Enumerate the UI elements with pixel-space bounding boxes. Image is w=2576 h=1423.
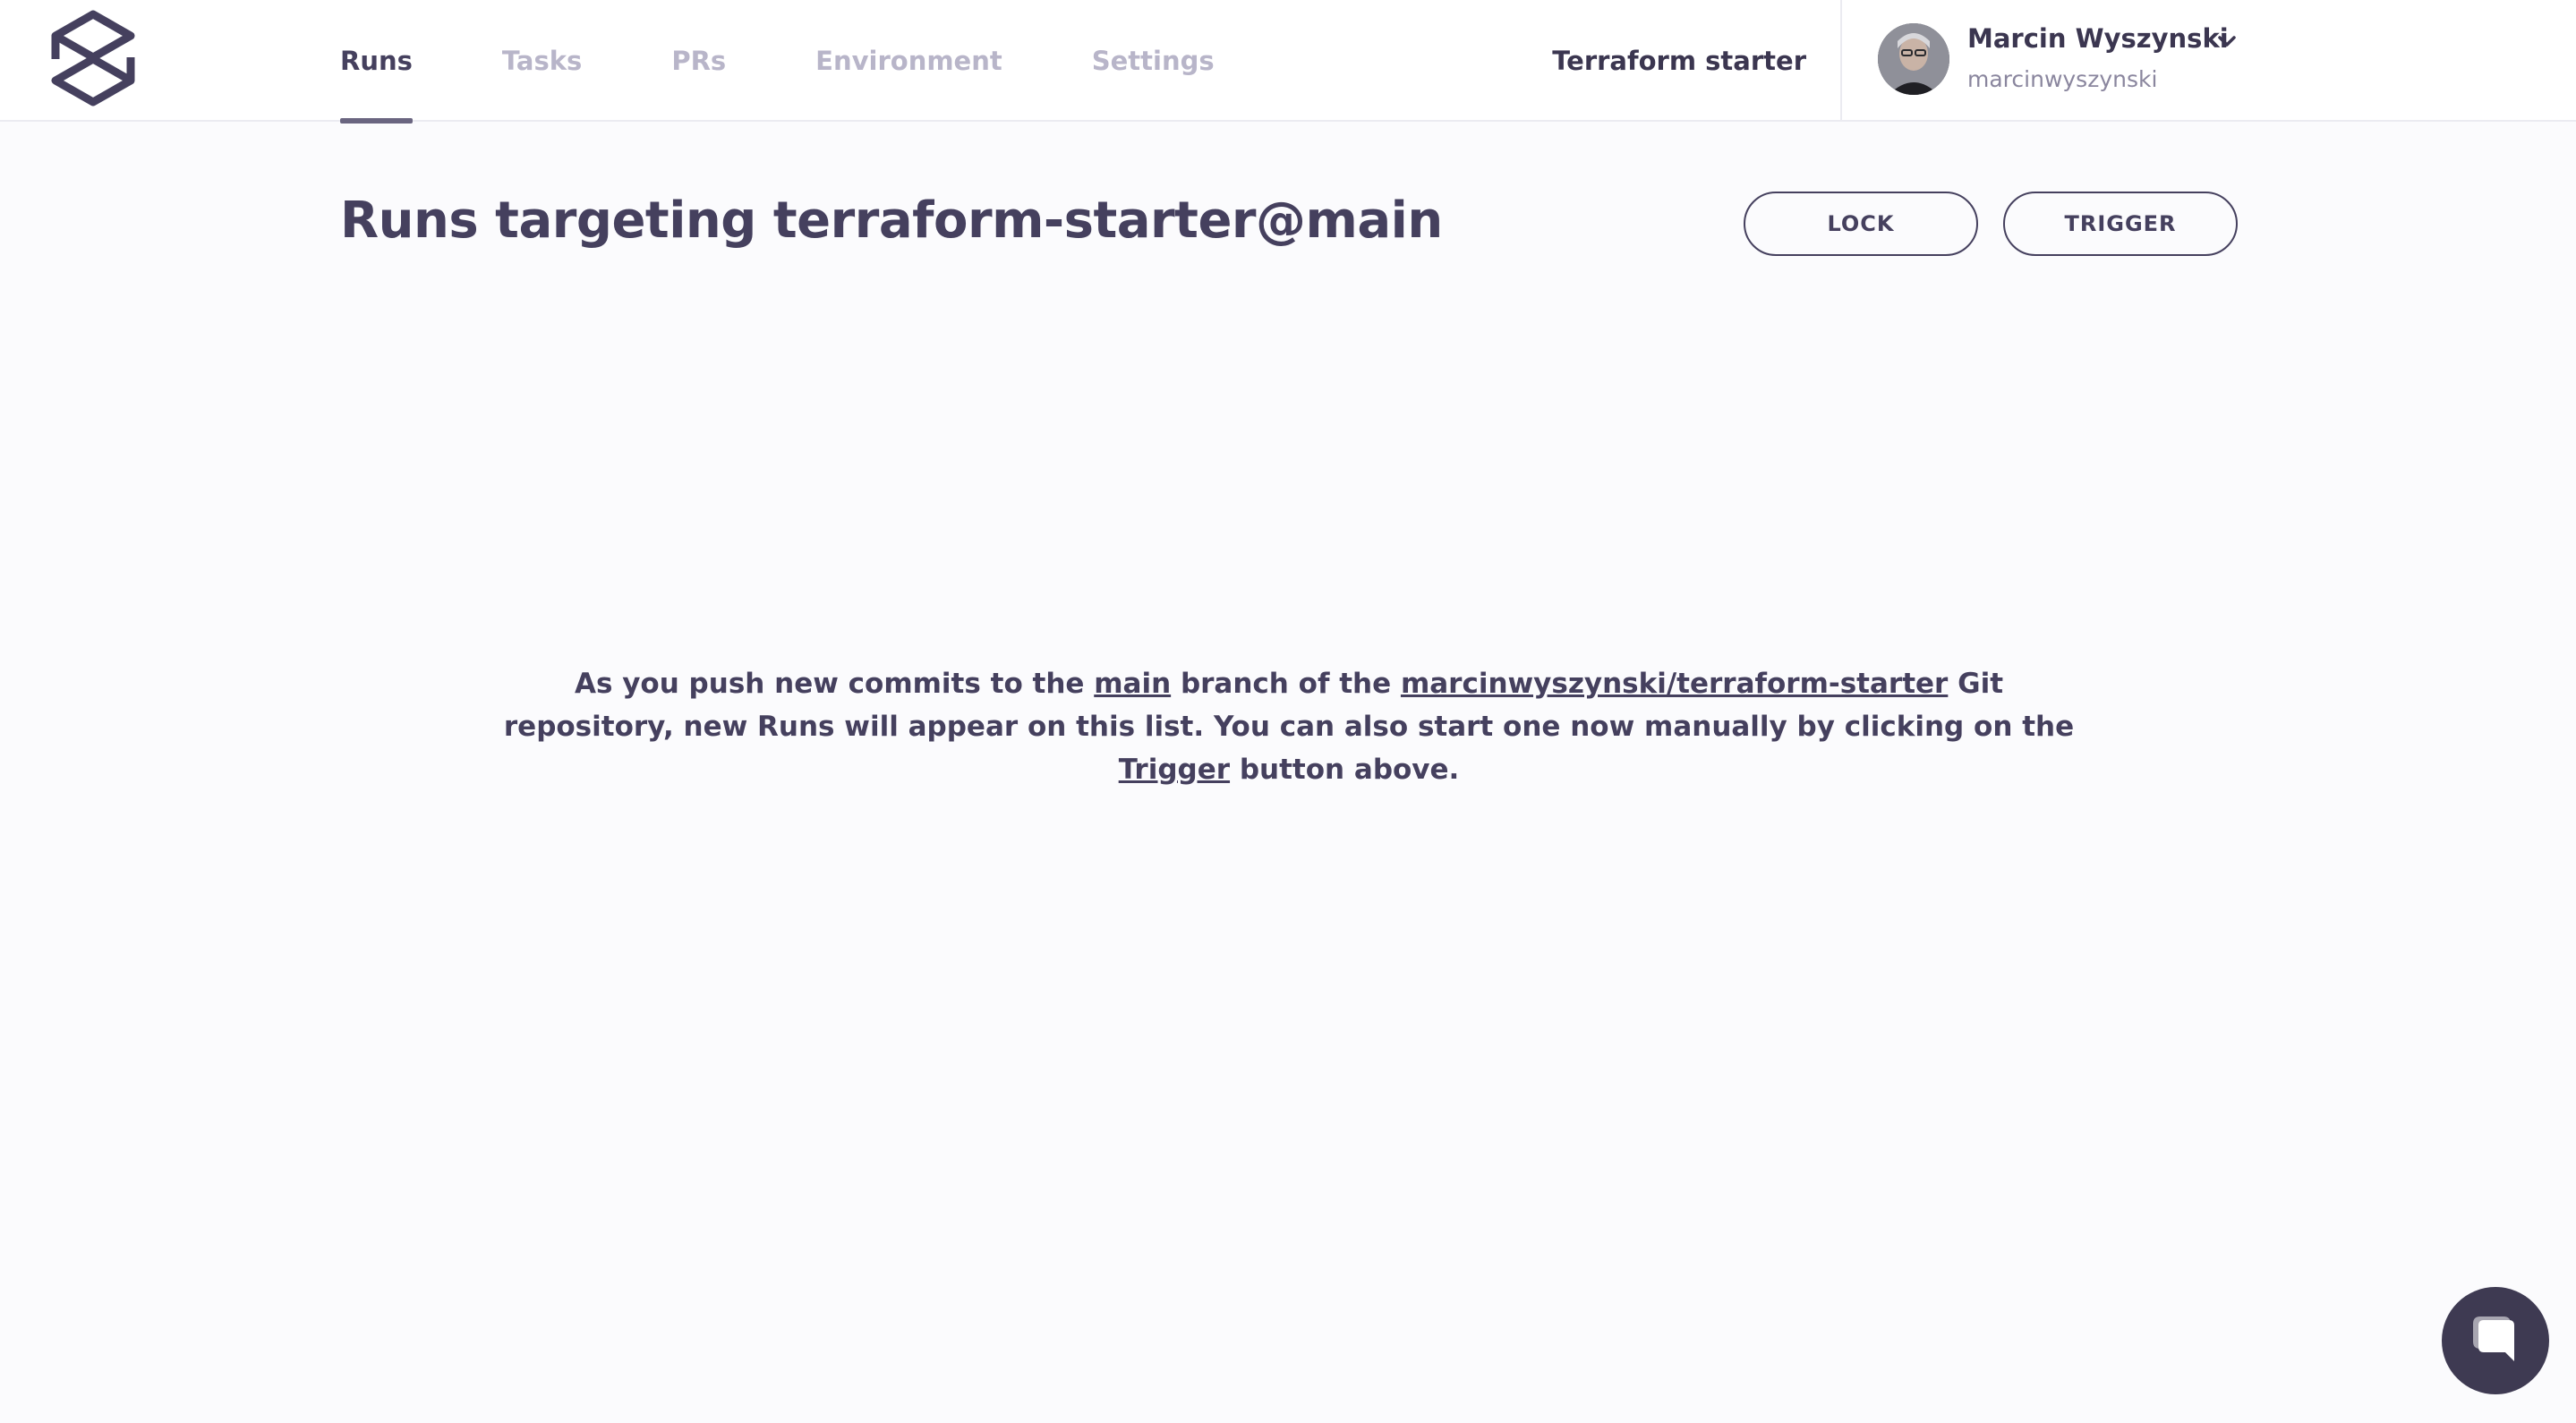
repository-link[interactable]: marcinwyszynski/terraform-starter	[1401, 668, 1948, 700]
top-navigation-bar: Runs Tasks PRs Environment Settings Terr…	[0, 0, 2576, 124]
tab-runs[interactable]: Runs	[340, 0, 413, 124]
spacelift-logo-icon[interactable]	[48, 9, 138, 107]
avatar-photo	[1878, 23, 1949, 95]
page-title: Runs targeting terraform-starter@main	[340, 192, 1443, 250]
avatar[interactable]	[1878, 23, 1949, 95]
stack-name: Terraform starter	[1552, 46, 1806, 76]
main-nav: Runs Tasks PRs Environment Settings	[340, 0, 1215, 124]
lock-button[interactable]: LOCK	[1744, 192, 1978, 256]
tab-settings[interactable]: Settings	[1092, 0, 1215, 122]
tab-environment[interactable]: Environment	[815, 0, 1002, 122]
empty-state-text: button above.	[1230, 754, 1460, 786]
empty-state-text: branch of the	[1171, 668, 1401, 700]
trigger-link[interactable]: Trigger	[1119, 754, 1230, 786]
tab-prs[interactable]: PRs	[671, 0, 726, 122]
user-login: marcinwyszynski	[1967, 66, 2158, 92]
chat-bubble-icon	[2473, 1316, 2514, 1361]
empty-state-text: As you push new commits to the	[574, 668, 1095, 700]
branch-link[interactable]: main	[1094, 668, 1171, 700]
chevron-down-icon[interactable]	[2214, 29, 2239, 54]
empty-state-message: As you push new commits to the main bran…	[501, 662, 2077, 791]
chat-button[interactable]	[2442, 1287, 2549, 1394]
trigger-button[interactable]: TRIGGER	[2003, 192, 2238, 256]
user-name[interactable]: Marcin Wyszynski	[1967, 23, 2229, 54]
header-divider	[1840, 0, 1842, 122]
tab-tasks[interactable]: Tasks	[502, 0, 582, 122]
